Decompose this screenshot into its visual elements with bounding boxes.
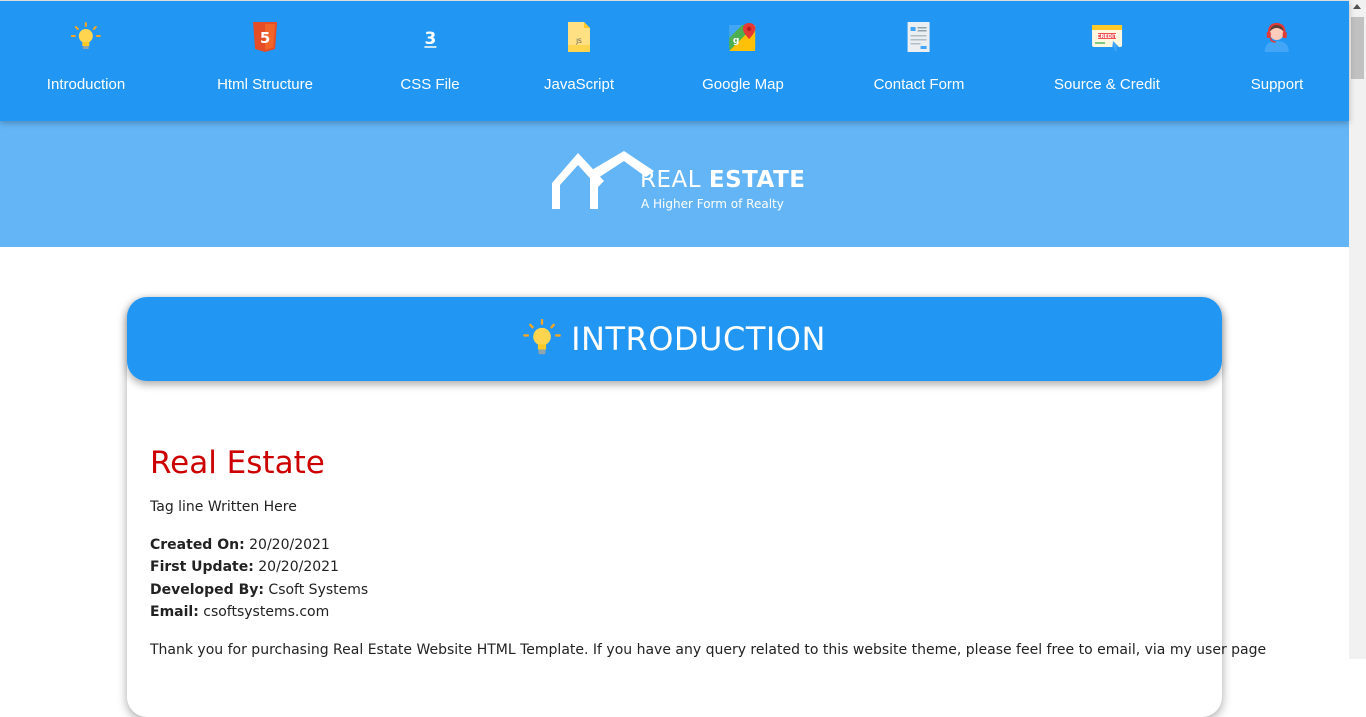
nav-item-html-structure[interactable]: 5 Html Structure (217, 1, 313, 122)
nav-label: Contact Form (873, 76, 965, 93)
first-update-row: First Update: 20/20/2021 (150, 559, 339, 575)
hero-banner: REAL ESTATE A Higher Form of Realty (0, 121, 1349, 247)
email-row: Email: csoftsystems.com (150, 604, 329, 620)
email-value[interactable]: csoftsystems.com (203, 604, 329, 620)
nav-item-source-credit[interactable]: CREDIT Source & Credit (1054, 1, 1160, 122)
nav-item-contact-form[interactable]: Contact Form (873, 1, 965, 122)
css3-icon: 3 (414, 20, 446, 54)
first-update-value: 20/20/2021 (258, 559, 339, 575)
created-on-value: 20/20/2021 (249, 537, 330, 553)
top-nav: Introduction 5 Html Structure 3 CSS File (0, 0, 1349, 121)
nav-label: CSS File (400, 76, 460, 93)
logo-tagline: A Higher Form of Realty (641, 197, 784, 211)
developed-by-label: Developed By: (150, 582, 264, 598)
real-estate-logo[interactable]: REAL ESTATE A Higher Form of Realty (552, 151, 812, 221)
svg-text:CREDIT: CREDIT (1097, 34, 1118, 40)
svg-text:5: 5 (260, 29, 270, 47)
nav-label: Html Structure (217, 76, 313, 93)
nav-item-javascript[interactable]: JS JavaScript (544, 1, 614, 122)
nav-item-support[interactable]: Support (1250, 1, 1304, 122)
vertical-scrollbar[interactable] (1349, 0, 1366, 659)
form-icon (903, 20, 935, 54)
nav-label: Source & Credit (1054, 76, 1160, 93)
intro-paragraph: Thank you for purchasing Real Estate Web… (150, 642, 1267, 658)
svg-text:JS: JS (575, 38, 582, 45)
nav-item-introduction[interactable]: Introduction (47, 1, 125, 122)
first-update-label: First Update: (150, 559, 254, 575)
nav-item-google-map[interactable]: g Google Map (702, 1, 784, 122)
nav-item-css-file[interactable]: 3 CSS File (400, 1, 459, 122)
js-file-icon: JS (563, 20, 595, 54)
google-maps-icon: g (727, 20, 759, 54)
email-label: Email: (150, 604, 199, 620)
introduction-card: INTRODUCTION Real Estate Tag line Writte… (127, 297, 1266, 717)
lightbulb-icon (523, 319, 561, 359)
credit-icon: CREDIT (1091, 20, 1123, 54)
svg-text:g: g (733, 36, 739, 46)
created-on-label: Created On: (150, 537, 245, 553)
project-tagline: Tag line Written Here (150, 499, 297, 515)
section-header: INTRODUCTION (127, 297, 1222, 381)
support-agent-icon (1261, 20, 1293, 54)
section-title: INTRODUCTION (571, 320, 826, 358)
created-on-row: Created On: 20/20/2021 (150, 537, 330, 553)
scrollbar-thumb[interactable] (1351, 17, 1364, 79)
nav-label: Google Map (702, 76, 784, 93)
nav-label: JavaScript (543, 76, 615, 93)
logo-wordmark: REAL ESTATE (640, 167, 806, 193)
developed-by-row: Developed By: Csoft Systems (150, 582, 368, 598)
scroll-up-arrow-icon[interactable] (1353, 4, 1361, 9)
svg-text:3: 3 (424, 29, 436, 49)
nav-label: Support (1250, 76, 1304, 93)
html5-icon: 5 (249, 20, 281, 54)
lightbulb-icon (70, 20, 102, 54)
project-name: Real Estate (150, 445, 325, 481)
nav-label: Introduction (46, 76, 126, 93)
developed-by-value: Csoft Systems (268, 582, 369, 598)
house-logo-icon (552, 151, 654, 209)
